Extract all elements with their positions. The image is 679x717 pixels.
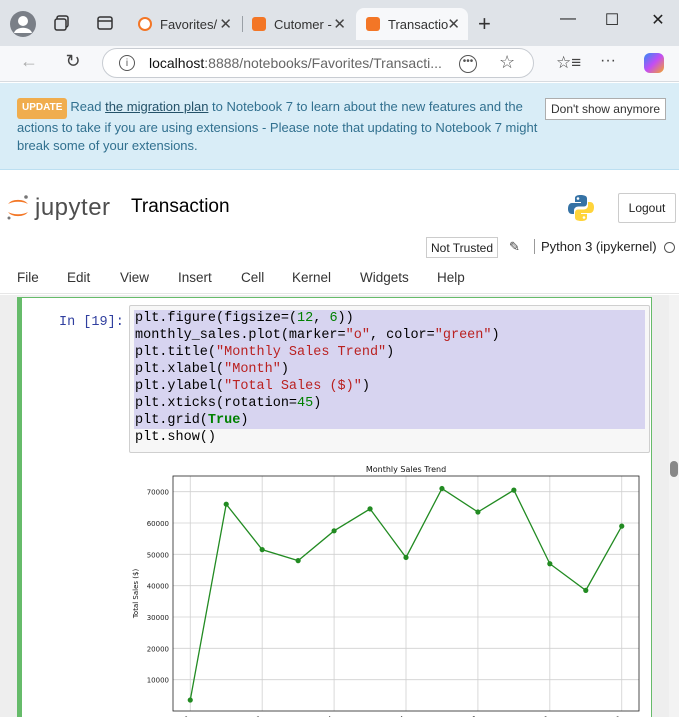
url-field[interactable]: i localhost:8888/notebooks/Favorites/Tra… (102, 48, 534, 78)
banner-pre: Read (70, 99, 106, 114)
code-line: plt.grid(True) (134, 412, 645, 429)
copilot-icon[interactable] (644, 53, 664, 73)
url-path: :8888/notebooks/Favorites/Transacti... (204, 55, 442, 71)
menu-cell[interactable]: Cell (241, 270, 264, 285)
data-point (295, 558, 301, 564)
code-line: plt.title("Monthly Sales Trend") (134, 344, 645, 361)
data-point (511, 487, 517, 493)
url-host: localhost (149, 55, 205, 71)
dont-show-anymore-button[interactable]: Don't show anymore (545, 98, 666, 120)
data-point (223, 501, 229, 507)
code-line: monthly_sales.plot(marker="o", color="gr… (134, 327, 645, 344)
tab-label: Cutomer - (274, 16, 332, 32)
data-point (367, 506, 373, 512)
trust-status-button[interactable]: Not Trusted (426, 237, 499, 258)
browser-tab-favorites[interactable]: Favorites/ ✕ (128, 8, 240, 40)
kernel-name[interactable]: Python 3 (ipykernel) (534, 239, 657, 254)
info-icon[interactable]: i (119, 55, 135, 71)
close-window-icon[interactable]: ✕ (648, 10, 668, 30)
data-point (187, 697, 193, 703)
jupyter-logo[interactable]: jupyter (5, 193, 111, 223)
menu-widgets[interactable]: Widgets (360, 270, 409, 285)
notebook-tab-icon (366, 17, 380, 31)
kernel-status-icon (664, 242, 675, 253)
tab-label: Transactio (388, 16, 449, 32)
python-logo-icon (568, 195, 594, 221)
logo-text: jupyter (35, 194, 111, 221)
tab-actions-icon[interactable] (95, 13, 115, 33)
menu-bar: File Edit View Insert Cell Kernel Widget… (0, 262, 679, 294)
chart-title: Monthly Sales Trend (366, 465, 446, 474)
menu-edit[interactable]: Edit (67, 270, 90, 285)
banner-text: UPDATE Read the migration plan to Noteboo… (17, 98, 547, 156)
code-line: plt.xlabel("Month") (134, 361, 645, 378)
kernel-bar: Not Trusted ✎ Python 3 (ipykernel) (0, 235, 679, 259)
menu-kernel[interactable]: Kernel (292, 270, 331, 285)
maximize-icon[interactable]: ☐ (602, 10, 622, 30)
data-point (547, 561, 553, 567)
y-axis-label: Total Sales ($) (132, 569, 140, 620)
back-icon[interactable]: ← (16, 51, 42, 72)
code-line: plt.xticks(rotation=45) (134, 395, 645, 412)
cell-prompt: In [19]: (59, 315, 124, 330)
data-point (439, 485, 445, 492)
code-line: plt.show() (135, 430, 217, 445)
favorite-star-icon[interactable]: ☆ (499, 52, 515, 73)
y-tick-label: 40000 (147, 583, 169, 591)
menu-insert[interactable]: Insert (178, 270, 212, 285)
logout-button[interactable]: Logout (618, 193, 676, 223)
tab-label: Favorites/ (160, 16, 218, 32)
code-line: plt.ylabel("Total Sales ($)") (134, 378, 645, 395)
migration-plan-link[interactable]: the migration plan (105, 99, 208, 114)
data-point (331, 528, 337, 534)
menu-view[interactable]: View (120, 270, 149, 285)
code-line: plt.figure(figsize=(12, 6)) (134, 310, 645, 327)
notebook-header: jupyter Transaction Logout (0, 171, 679, 235)
code-cell[interactable]: In [19]: plt.figure(figsize=(12, 6)) mon… (17, 297, 652, 717)
y-tick-label: 30000 (147, 614, 169, 622)
reload-icon[interactable]: ↻ (60, 51, 86, 72)
data-point (259, 547, 265, 553)
data-point (583, 587, 589, 593)
update-badge: UPDATE (17, 98, 68, 119)
jupyter-tab-icon (138, 17, 152, 31)
update-banner: UPDATE Read the migration plan to Noteboo… (0, 83, 679, 170)
workspaces-icon[interactable] (52, 13, 72, 33)
y-tick-label: 50000 (147, 551, 169, 559)
code-editor[interactable]: plt.figure(figsize=(12, 6)) monthly_sale… (129, 305, 650, 453)
scrollbar-thumb[interactable] (670, 461, 678, 477)
sales-line-chart: 1000020000300004000050000600007000012020… (132, 465, 640, 717)
data-point (403, 554, 409, 561)
close-icon[interactable]: ✕ (219, 15, 232, 33)
new-tab-icon[interactable]: + (478, 11, 491, 37)
profile-avatar-icon[interactable] (10, 11, 36, 37)
settings-more-icon[interactable]: ··· (600, 52, 616, 70)
notebook-title[interactable]: Transaction (131, 196, 230, 218)
edit-pencil-icon[interactable]: ✎ (509, 239, 520, 255)
close-icon[interactable]: ✕ (333, 15, 346, 33)
jupyter-logo-icon (7, 195, 28, 220)
browser-tab-transaction[interactable]: Transactio ✕ (356, 8, 468, 40)
notebook-tab-icon (252, 17, 266, 31)
minimize-icon[interactable]: — (558, 10, 578, 28)
close-icon[interactable]: ✕ (447, 15, 460, 33)
browser-tab-customer[interactable]: Cutomer - ✕ (242, 8, 354, 40)
data-point (619, 523, 625, 529)
favorites-icon[interactable]: ☆≡ (556, 53, 581, 73)
browser-tabstrip: Favorites/ ✕ Cutomer - ✕ Transactio ✕ + … (0, 0, 679, 46)
menu-file[interactable]: File (17, 270, 39, 285)
data-point (475, 509, 481, 515)
y-tick-label: 70000 (147, 489, 169, 497)
page-scrollbar[interactable] (669, 295, 679, 717)
address-bar-row: ← ↻ i localhost:8888/notebooks/Favorites… (0, 46, 679, 82)
y-tick-label: 20000 (147, 645, 169, 653)
notebook-area: In [19]: plt.figure(figsize=(12, 6)) mon… (0, 295, 679, 717)
y-tick-label: 60000 (147, 520, 169, 528)
menu-help[interactable]: Help (437, 270, 465, 285)
more-options-icon[interactable]: ••• (459, 55, 477, 73)
y-tick-label: 10000 (147, 677, 169, 685)
